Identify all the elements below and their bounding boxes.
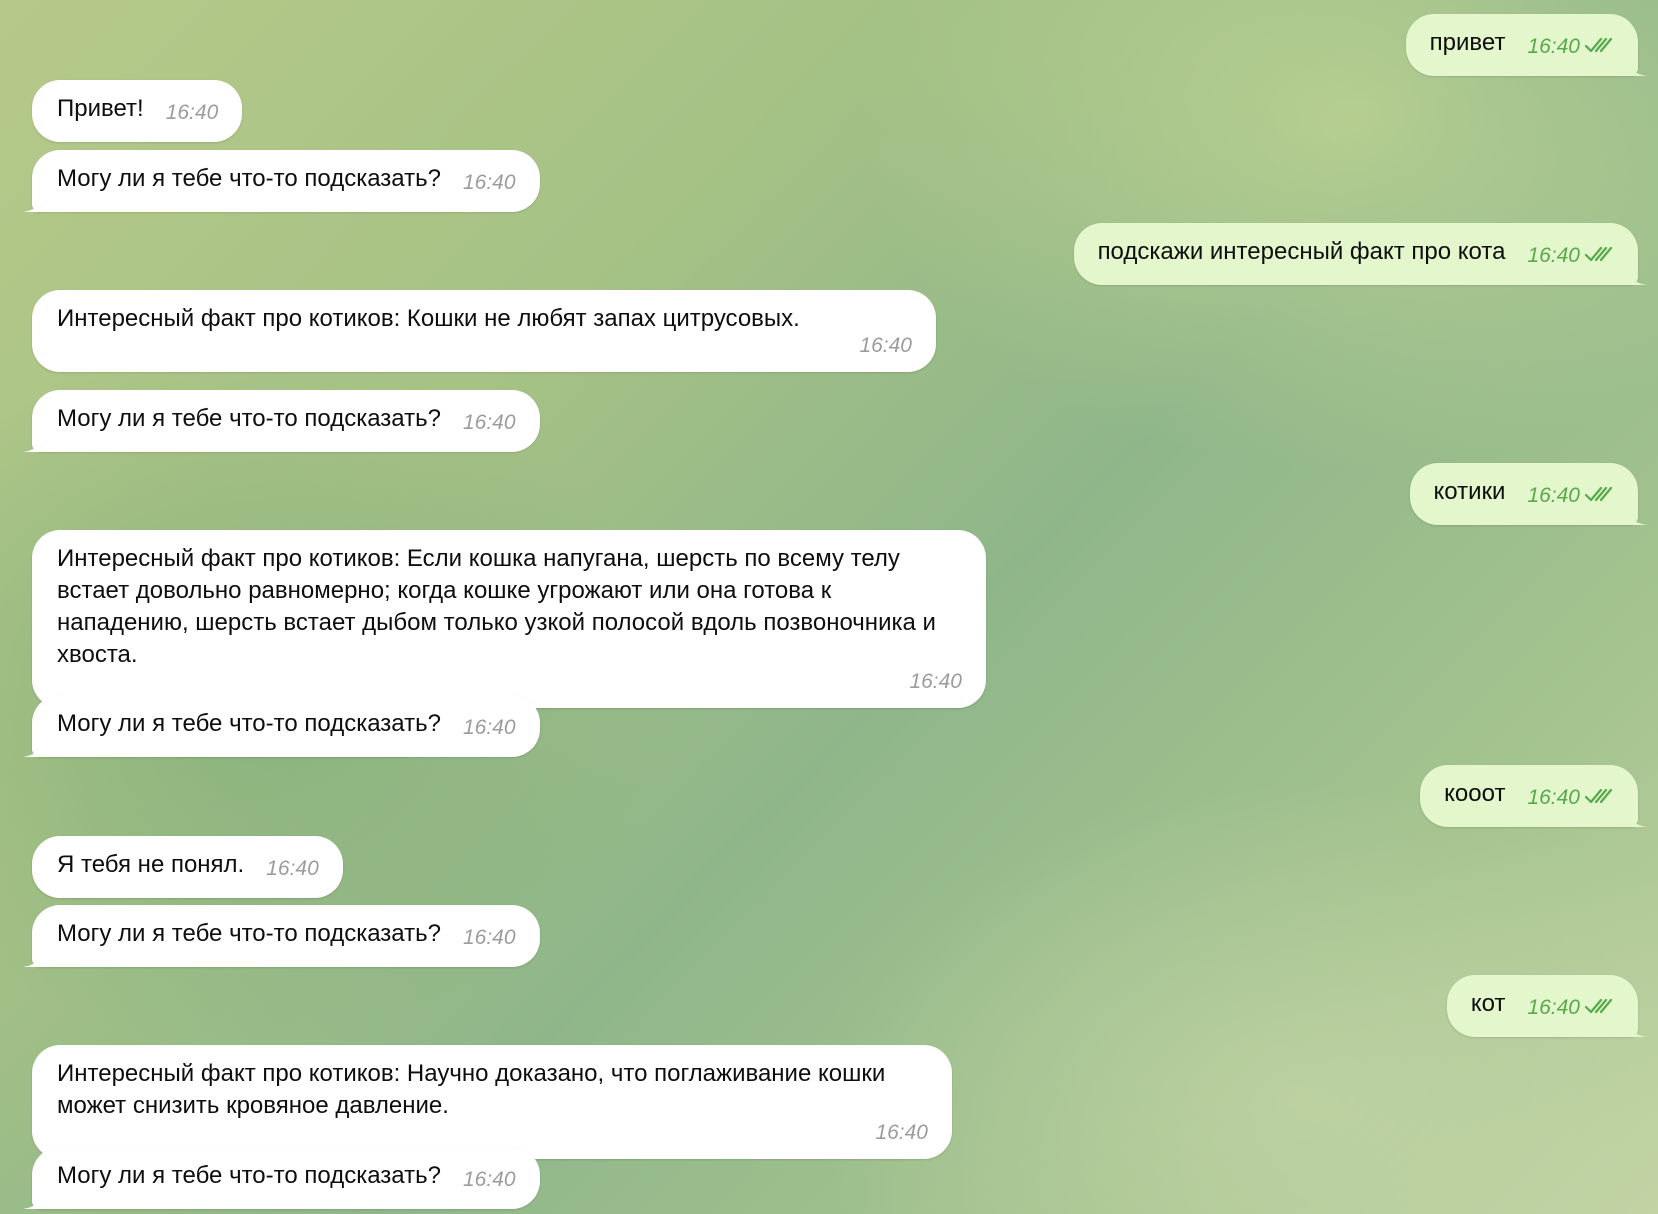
outgoing-message[interactable]: подскажи интересный факт про кота 16:40 — [1073, 223, 1638, 285]
message-text: Могу ли я тебе что-то подсказать? — [57, 1162, 441, 1189]
message-text: кот — [1470, 990, 1506, 1017]
message-time: 16:40 — [1527, 480, 1614, 512]
bubble-tail — [23, 430, 45, 452]
incoming-message[interactable]: Могу ли я тебе что-то подсказать? 16:40 — [32, 695, 540, 757]
double-check-icon — [1584, 245, 1614, 263]
incoming-message[interactable]: Интересный факт про котиков: Научно дока… — [32, 1045, 952, 1159]
bubble-tail — [1625, 263, 1647, 285]
message-time: 16:40 — [266, 857, 319, 880]
message-time: 16:40 — [165, 101, 219, 124]
bubble-tail — [23, 190, 45, 212]
outgoing-message[interactable]: кооот 16:40 — [1420, 765, 1638, 827]
outgoing-message[interactable]: котики 16:40 — [1409, 463, 1638, 525]
message-text: Интересный факт про котиков: Если кошка … — [57, 545, 936, 668]
outgoing-message[interactable]: кот 16:40 — [1446, 975, 1638, 1037]
bubble-tail — [1625, 503, 1647, 525]
message-text: Я тебя не понял. — [57, 851, 245, 878]
double-check-icon — [1584, 997, 1614, 1015]
outgoing-message[interactable]: привет 16:40 — [1405, 14, 1638, 76]
incoming-message[interactable]: Привет! 16:40 — [32, 80, 243, 142]
message-text: Могу ли я тебе что-то подсказать? — [57, 920, 441, 947]
incoming-message[interactable]: Я тебя не понял. 16:40 — [32, 836, 343, 898]
message-time: 16:40 — [462, 926, 516, 949]
message-text: привет — [1429, 29, 1506, 56]
message-text: Интересный факт про котиков: Кошки не лю… — [57, 305, 800, 332]
message-time: 16:40 — [909, 670, 962, 693]
bubble-tail — [23, 945, 45, 967]
message-text: Могу ли я тебе что-то подсказать? — [57, 710, 441, 737]
incoming-message[interactable]: Интересный факт про котиков: Кошки не лю… — [32, 290, 936, 372]
message-text: Могу ли я тебе что-то подсказать? — [57, 165, 441, 192]
message-time: 16:40 — [1527, 992, 1614, 1024]
incoming-message[interactable]: Могу ли я тебе что-то подсказать? 16:40 — [32, 390, 540, 452]
bubble-tail — [1625, 1015, 1647, 1037]
message-text: Могу ли я тебе что-то подсказать? — [57, 405, 441, 432]
message-time: 16:40 — [875, 1121, 928, 1144]
bubble-tail — [1625, 54, 1647, 76]
bubble-tail — [23, 735, 45, 757]
bubble-tail — [23, 1187, 45, 1209]
incoming-message[interactable]: Могу ли я тебе что-то подсказать? 16:40 — [32, 150, 540, 212]
double-check-icon — [1584, 485, 1614, 503]
message-time: 16:40 — [859, 334, 912, 357]
message-text: Привет! — [57, 95, 144, 122]
message-time: 16:40 — [462, 411, 516, 434]
message-text: котики — [1433, 478, 1506, 505]
message-time: 16:40 — [1527, 31, 1614, 63]
incoming-message[interactable]: Могу ли я тебе что-то подсказать? 16:40 — [32, 1147, 540, 1209]
message-time: 16:40 — [462, 716, 516, 739]
message-time: 16:40 — [462, 1168, 516, 1191]
chat-message-list[interactable]: привет 16:40 Привет! 16:40 Могу ли я тебе … — [0, 0, 1658, 1214]
message-text: Интересный факт про котиков: Научно дока… — [57, 1060, 886, 1119]
incoming-message[interactable]: Интересный факт про котиков: Если кошка … — [32, 530, 986, 708]
double-check-icon — [1584, 787, 1614, 805]
message-time: 16:40 — [1527, 240, 1614, 272]
message-time: 16:40 — [1527, 782, 1614, 814]
incoming-message[interactable]: Могу ли я тебе что-то подсказать? 16:40 — [32, 905, 540, 967]
message-time: 16:40 — [462, 171, 516, 194]
message-text: кооот — [1444, 780, 1506, 807]
bubble-tail — [1625, 805, 1647, 827]
double-check-icon — [1584, 36, 1614, 54]
message-text: подскажи интересный факт про кота — [1097, 238, 1506, 265]
